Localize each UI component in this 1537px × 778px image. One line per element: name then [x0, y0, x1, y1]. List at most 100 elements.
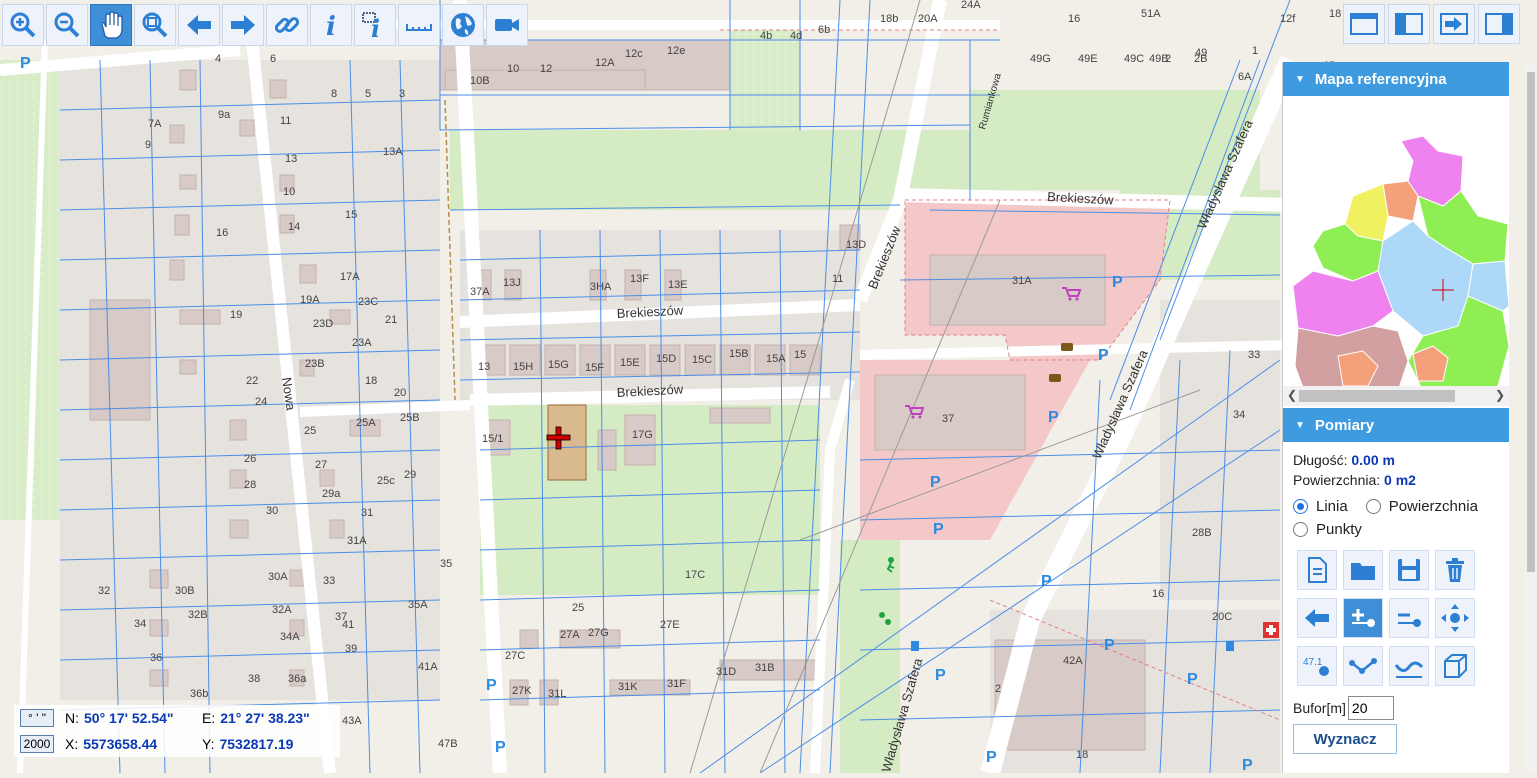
building-number: 15D	[656, 353, 676, 365]
mode-line-radio[interactable]	[1293, 499, 1308, 514]
next-view-button[interactable]	[222, 4, 264, 46]
building-number: 25c	[377, 475, 395, 487]
building-number: 13F	[630, 273, 649, 285]
building-number: 16	[216, 227, 228, 239]
forward-arrow-icon	[231, 15, 255, 35]
info-select-button[interactable]: i	[354, 4, 396, 46]
zoom-in-button[interactable]	[2, 4, 44, 46]
building-number: 49C	[1124, 53, 1144, 65]
zoom-extent-icon	[142, 12, 168, 38]
length-label: Długość:	[1293, 452, 1348, 468]
mode-points-radio[interactable]	[1293, 522, 1308, 537]
reference-map-scrollbar[interactable]: ❮ ❯	[1283, 386, 1509, 406]
split-panel-icon	[1395, 13, 1423, 35]
pan-button[interactable]	[90, 4, 132, 46]
link-button[interactable]	[266, 4, 308, 46]
building-number: 12c	[625, 48, 643, 60]
page-scrollbar[interactable]	[1525, 62, 1537, 773]
building-number: 6	[270, 53, 276, 65]
scroll-right-icon[interactable]: ❯	[1495, 388, 1505, 402]
video-camera-icon	[495, 19, 519, 31]
parking-marker: P	[1112, 274, 1123, 291]
building-number: 23B	[305, 358, 325, 370]
building-number: 30B	[175, 585, 195, 597]
delete-button[interactable]	[1435, 550, 1475, 590]
curve-icon	[1394, 661, 1424, 678]
measure-button[interactable]	[398, 4, 440, 46]
collapse-triangle-icon: ▼	[1295, 419, 1305, 431]
scrollbar-thumb[interactable]	[1299, 390, 1455, 402]
x-label: X:	[65, 736, 79, 752]
building-number: 29	[404, 469, 416, 481]
building-number: 38	[248, 673, 260, 685]
pan-hand-icon	[101, 11, 123, 39]
length-row: Długość: 0.00 m	[1293, 452, 1499, 468]
measure-header[interactable]: ▼ Pomiary	[1283, 408, 1509, 442]
info-button[interactable]: i	[310, 4, 352, 46]
video-button[interactable]	[486, 4, 528, 46]
globe-button[interactable]	[442, 4, 484, 46]
reference-map-header[interactable]: ▼ Mapa referencyjna	[1283, 62, 1509, 96]
mode-line-label[interactable]: Linia	[1316, 498, 1348, 515]
building-number: 15C	[692, 354, 712, 366]
previous-view-button[interactable]	[178, 4, 220, 46]
zoom-extent-button[interactable]	[134, 4, 176, 46]
building-number: 24A	[961, 0, 981, 11]
open-button[interactable]	[1343, 550, 1383, 590]
building-number: 10B	[470, 75, 490, 87]
building-number: 25	[304, 425, 316, 437]
zoom-out-button[interactable]	[46, 4, 88, 46]
scroll-left-icon[interactable]: ❮	[1287, 388, 1297, 402]
building-number: 31	[361, 507, 373, 519]
move-button[interactable]	[1435, 598, 1475, 638]
building-number: 32B	[188, 609, 208, 621]
building-number: 6A	[1238, 71, 1252, 83]
building-number: 7A	[148, 118, 162, 130]
building-number: 18	[365, 375, 377, 387]
split-panel-button[interactable]	[1388, 4, 1430, 44]
export-button[interactable]	[1433, 4, 1475, 44]
building-number: 31A	[347, 535, 367, 547]
new-button[interactable]	[1297, 550, 1337, 590]
building-number: 28	[244, 479, 256, 491]
3d-button[interactable]	[1435, 646, 1475, 686]
maximize-window-icon	[1350, 13, 1378, 35]
info-icon: i	[326, 12, 336, 40]
mode-area-label[interactable]: Powierzchnia	[1389, 498, 1478, 515]
building-number: 4d	[790, 30, 802, 42]
parking-marker: P	[986, 749, 997, 766]
building-number: 2	[1165, 53, 1171, 65]
buffer-input[interactable]	[1347, 696, 1394, 720]
coordinate-format-button[interactable]: ° ' "	[20, 709, 54, 727]
maximize-window-button[interactable]	[1343, 4, 1385, 44]
reference-map[interactable]	[1283, 96, 1509, 386]
buffer-row: Bufor[m]	[1293, 696, 1499, 720]
building-number: 17C	[685, 569, 705, 581]
undo-button[interactable]	[1297, 598, 1337, 638]
dock-right-button[interactable]	[1478, 4, 1520, 44]
add-point-button[interactable]	[1343, 598, 1383, 638]
building-number: 4b	[760, 30, 772, 42]
building-number: 18	[1329, 8, 1341, 20]
dock-right-icon	[1485, 13, 1513, 35]
page-scrollbar-thumb[interactable]	[1527, 72, 1535, 572]
save-button[interactable]	[1389, 550, 1429, 590]
building-number: 32A	[272, 604, 292, 616]
building-number: 12	[540, 63, 552, 75]
label-value-button[interactable]: 47.1	[1297, 646, 1337, 686]
building-number: 31F	[667, 678, 686, 690]
parking-marker: P	[930, 474, 941, 491]
building-number: 51A	[1141, 8, 1161, 20]
curve-button[interactable]	[1389, 646, 1429, 686]
scale-button[interactable]: 2000	[20, 735, 54, 753]
building-number: 31B	[755, 662, 775, 674]
mode-points-label[interactable]: Punkty	[1316, 521, 1362, 538]
building-number: 13E	[668, 279, 688, 291]
polyline-button[interactable]	[1343, 646, 1383, 686]
building-number: 33	[323, 575, 335, 587]
mode-area-radio[interactable]	[1365, 499, 1381, 514]
compute-button[interactable]: Wyznacz	[1293, 724, 1397, 754]
building-number: 23C	[358, 296, 378, 308]
remove-point-button[interactable]	[1389, 598, 1429, 638]
building-number: 22	[246, 375, 258, 387]
